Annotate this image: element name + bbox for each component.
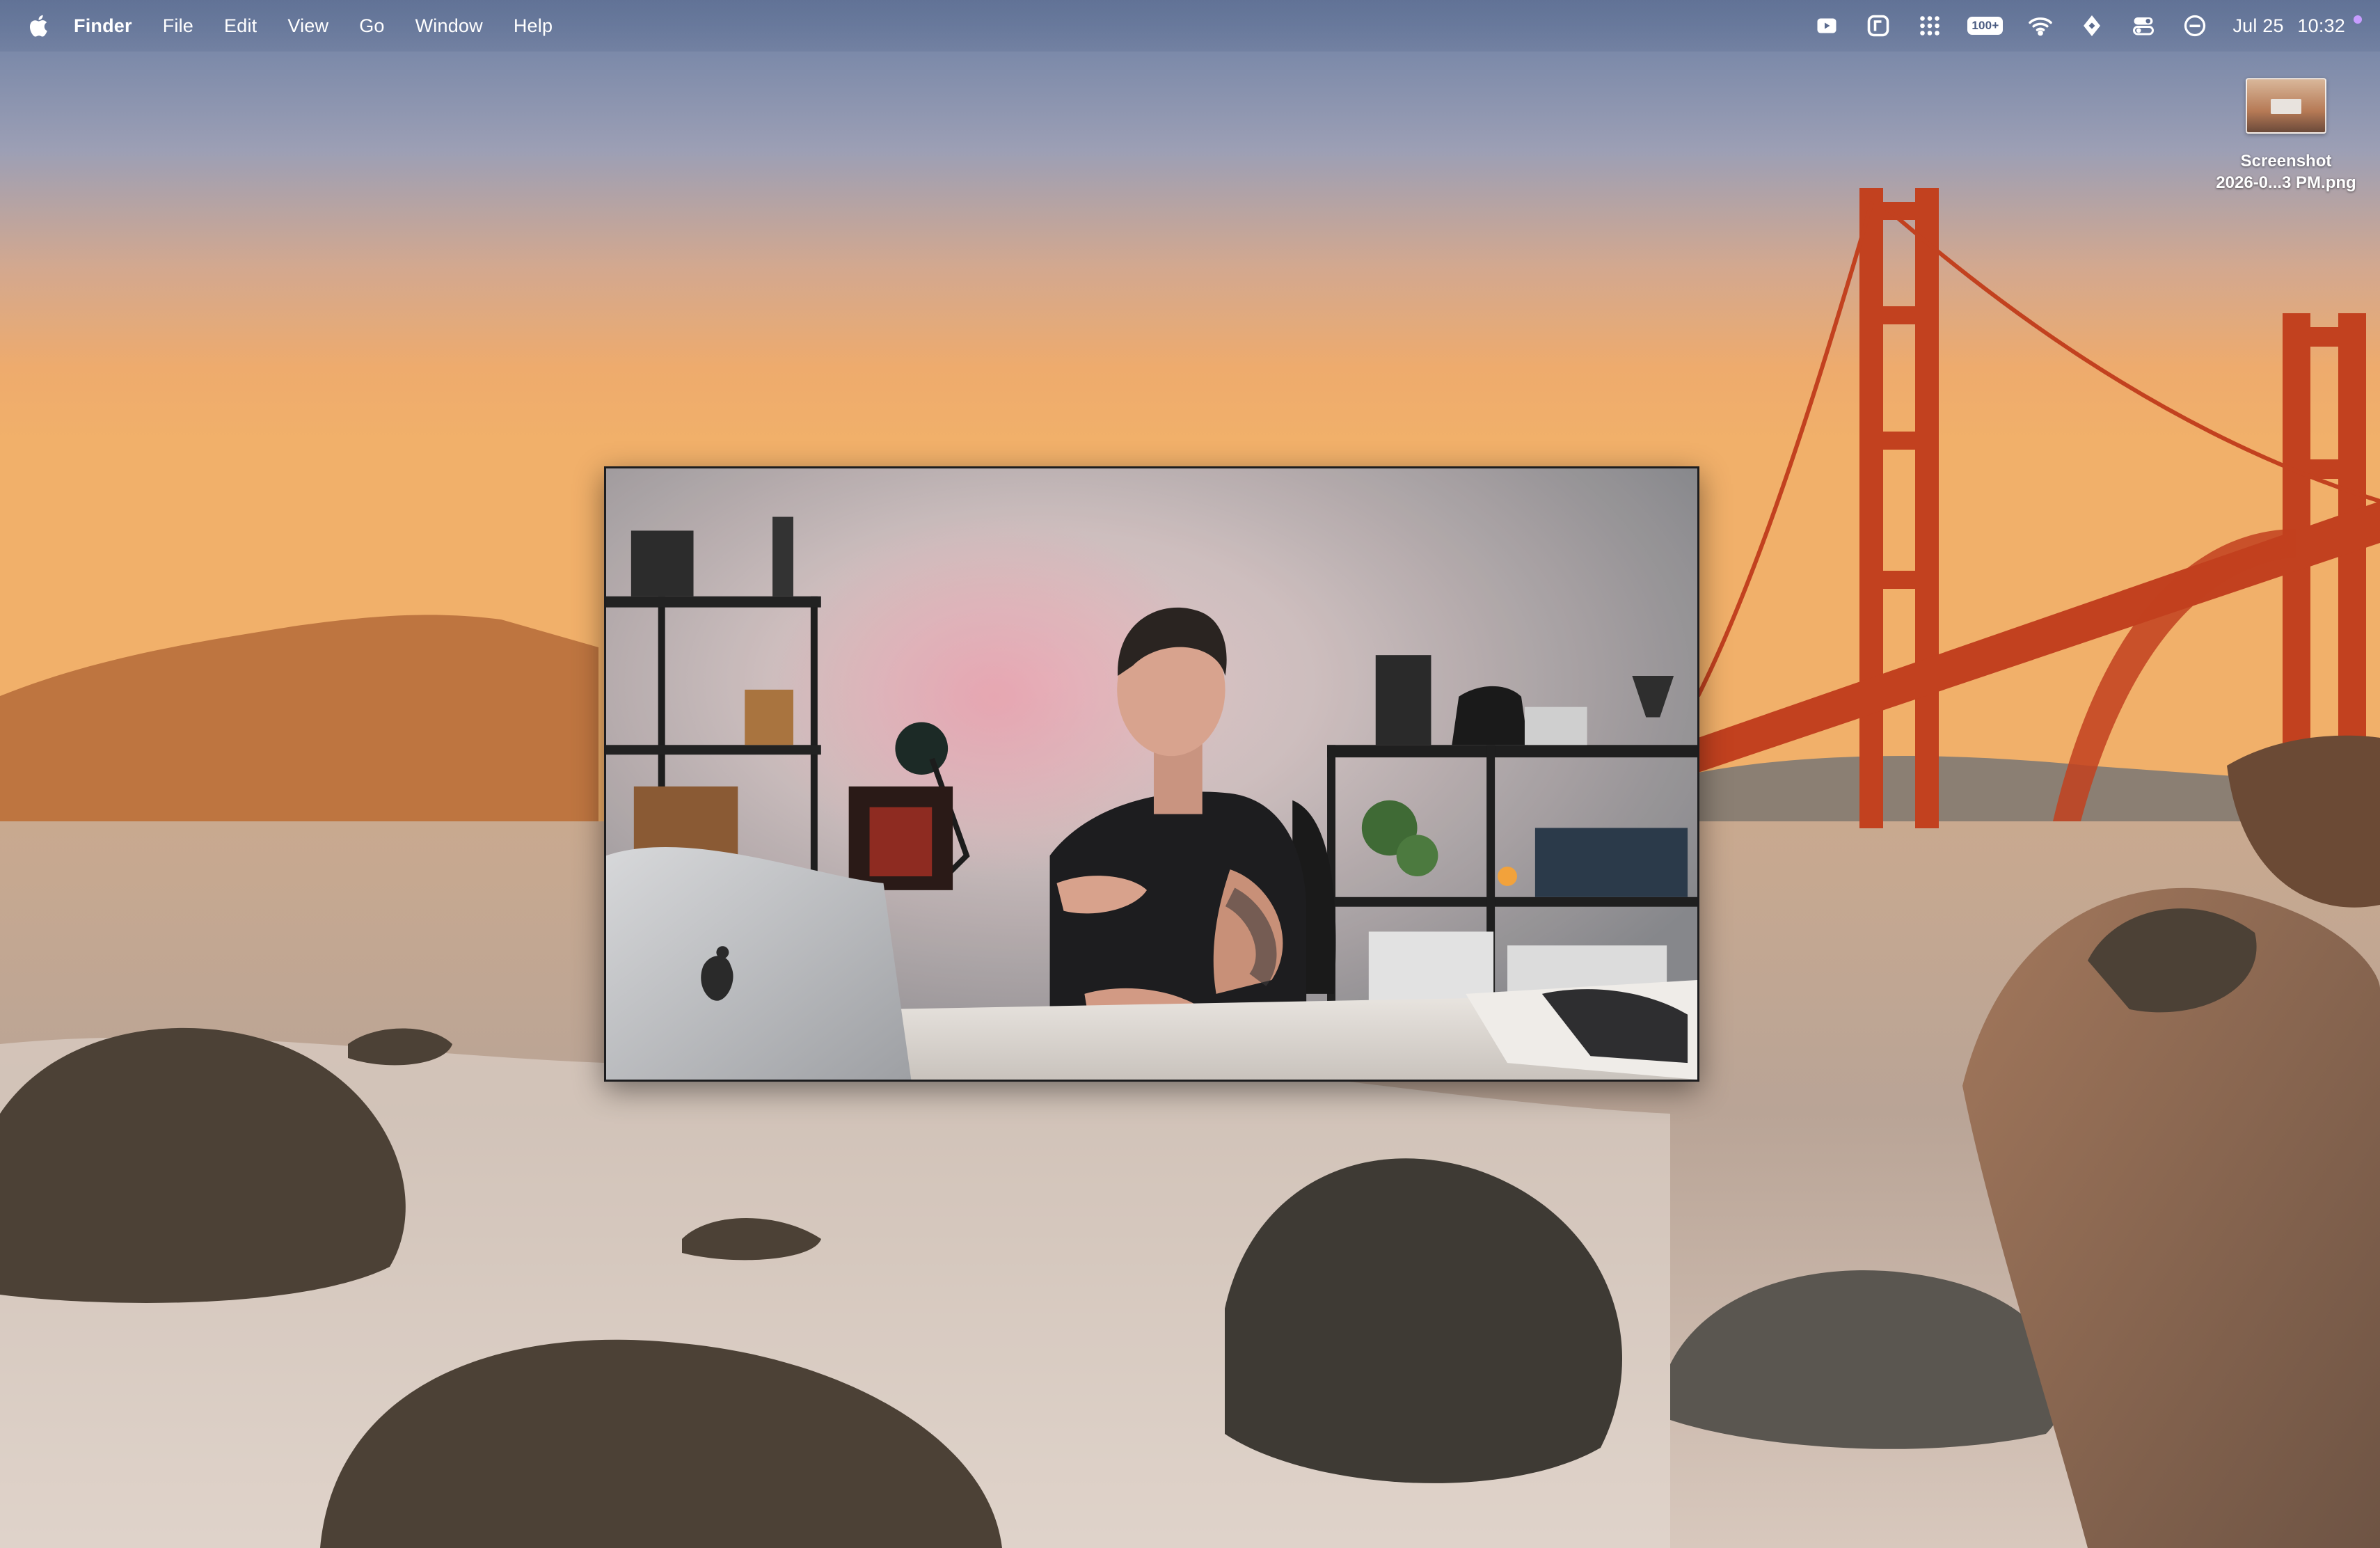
menu-app-name[interactable]: Finder: [74, 15, 132, 37]
menu-view[interactable]: View: [287, 15, 328, 37]
video-frame: [606, 468, 1697, 1080]
app-switcher-icon[interactable]: [1864, 12, 1892, 40]
file-name-line1: Screenshot: [2240, 152, 2332, 171]
battery-icon[interactable]: 100+: [1967, 17, 2004, 35]
menu-window[interactable]: Window: [415, 15, 483, 37]
recording-indicator-icon: [2354, 15, 2362, 24]
apple-logo-icon[interactable]: [26, 13, 49, 38]
file-name-label: Screenshot 2026-0...3 PM.png: [2216, 150, 2356, 194]
menu-file[interactable]: File: [163, 15, 193, 37]
video-player-window[interactable]: [604, 466, 1699, 1082]
file-name-line2: 2026-0...3 PM.png: [2216, 173, 2356, 192]
desktop-file-screenshot[interactable]: Screenshot 2026-0...3 PM.png: [2192, 78, 2380, 194]
wifi-icon[interactable]: [2026, 12, 2054, 40]
control-center-icon[interactable]: [2129, 12, 2157, 40]
file-thumbnail-icon: [2246, 78, 2326, 134]
clock-date: Jul 25: [2232, 15, 2284, 36]
grid-dots-icon[interactable]: [1916, 12, 1944, 40]
focus-icon[interactable]: [2181, 12, 2209, 40]
menu-bar: Finder File Edit View Go Window Help 100…: [0, 0, 2380, 52]
menu-bar-clock[interactable]: Jul 25 10:32: [2232, 15, 2345, 37]
youtube-play-icon[interactable]: [1813, 12, 1841, 40]
menu-edit[interactable]: Edit: [224, 15, 257, 37]
location-icon[interactable]: [2078, 12, 2106, 40]
menu-help[interactable]: Help: [514, 15, 553, 37]
menu-go[interactable]: Go: [359, 15, 384, 37]
clock-time: 10:32: [2297, 15, 2345, 36]
